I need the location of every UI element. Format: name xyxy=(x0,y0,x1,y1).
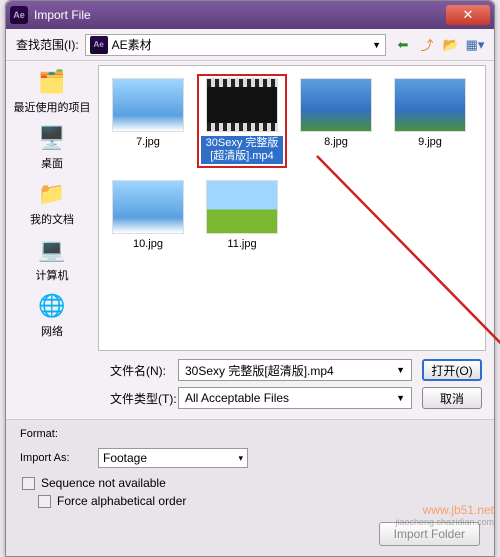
thumbnail xyxy=(112,78,184,132)
file-name: 11.jpg xyxy=(227,238,256,251)
thumbnail xyxy=(206,180,278,234)
close-button[interactable]: ✕ xyxy=(446,5,490,25)
thumbnail xyxy=(112,180,184,234)
app-icon: Ae xyxy=(10,6,28,24)
filetype-label: 文件类型(T): xyxy=(110,390,178,407)
file-item[interactable]: 10.jpg xyxy=(107,180,189,251)
filetype-select[interactable]: All Acceptable Files▼ xyxy=(178,387,412,409)
force-checkbox-row: Force alphabetical order xyxy=(38,494,480,508)
up-icon[interactable]: ⤴ xyxy=(418,36,436,54)
place-label: 计算机 xyxy=(36,267,69,283)
thumbnail xyxy=(300,78,372,132)
file-item[interactable]: 8.jpg xyxy=(295,78,377,164)
file-name: 8.jpg xyxy=(324,136,348,149)
filename-input[interactable]: 30Sexy 完整版[超清版].mp4▼ xyxy=(178,359,412,381)
titlebar: Ae Import File ✕ xyxy=(6,1,494,29)
sidebar-item[interactable]: 📁 我的文档 xyxy=(8,179,96,227)
format-label: Format: xyxy=(20,428,98,440)
force-label: Force alphabetical order xyxy=(57,494,186,508)
place-label: 最近使用的项目 xyxy=(14,99,91,115)
sidebar-item[interactable]: 🖥️ 桌面 xyxy=(8,123,96,171)
chevron-down-icon: ▼ xyxy=(372,40,381,50)
window-title: Import File xyxy=(34,8,446,22)
sidebar-item[interactable]: 🌐 网络 xyxy=(8,291,96,339)
lookin-label: 查找范围(I): xyxy=(16,36,79,53)
file-name: 30Sexy 完整版[超清版].mp4 xyxy=(201,136,283,164)
sidebar-item[interactable]: 🗂️ 最近使用的项目 xyxy=(8,67,96,115)
sequence-checkbox-row: Sequence not available xyxy=(22,476,480,490)
file-name: 9.jpg xyxy=(418,136,442,149)
filename-label: 文件名(N): xyxy=(110,362,178,379)
place-label: 桌面 xyxy=(41,155,63,171)
folder-icon: Ae xyxy=(90,36,108,54)
lookin-combo[interactable]: Ae AE素材 ▼ xyxy=(85,34,386,56)
lookin-toolbar: 查找范围(I): Ae AE素材 ▼ ⬅ ⤴ 📂 ▦▾ xyxy=(6,29,494,61)
file-item[interactable]: 11.jpg xyxy=(201,180,283,251)
file-name: 7.jpg xyxy=(136,136,160,149)
view-menu-icon[interactable]: ▦▾ xyxy=(466,36,484,54)
open-button[interactable]: 打开(O) xyxy=(422,359,482,381)
back-icon[interactable]: ⬅ xyxy=(394,36,412,54)
import-folder-button[interactable]: Import Folder xyxy=(379,522,480,546)
place-icon: 🌐 xyxy=(35,291,69,321)
file-name: 10.jpg xyxy=(133,238,163,251)
place-icon: 🗂️ xyxy=(35,67,69,97)
cancel-button[interactable]: 取消 xyxy=(422,387,482,409)
file-list[interactable]: 7.jpg 30Sexy 完整版[超清版].mp4 8.jpg 9.jpg 10.jpg… xyxy=(98,65,486,351)
place-label: 网络 xyxy=(41,323,63,339)
importas-select[interactable]: Footage▾ xyxy=(98,448,248,468)
sequence-label: Sequence not available xyxy=(41,476,166,490)
sidebar-item[interactable]: 💻 计算机 xyxy=(8,235,96,283)
importas-label: Import As: xyxy=(20,452,98,464)
thumbnail xyxy=(206,78,278,132)
sequence-checkbox xyxy=(22,477,35,490)
file-item[interactable]: 9.jpg xyxy=(389,78,471,164)
place-icon: 🖥️ xyxy=(35,123,69,153)
file-item[interactable]: 30Sexy 完整版[超清版].mp4 xyxy=(201,78,283,164)
place-icon: 💻 xyxy=(35,235,69,265)
lookin-value: AE素材 xyxy=(112,36,152,53)
places-sidebar: 🗂️ 最近使用的项目 🖥️ 桌面 📁 我的文档 💻 计算机 🌐 网络 xyxy=(6,61,98,353)
place-label: 我的文档 xyxy=(30,211,74,227)
force-checkbox[interactable] xyxy=(38,495,51,508)
thumbnail xyxy=(394,78,466,132)
new-folder-icon[interactable]: 📂 xyxy=(442,36,460,54)
place-icon: 📁 xyxy=(35,179,69,209)
file-item[interactable]: 7.jpg xyxy=(107,78,189,164)
